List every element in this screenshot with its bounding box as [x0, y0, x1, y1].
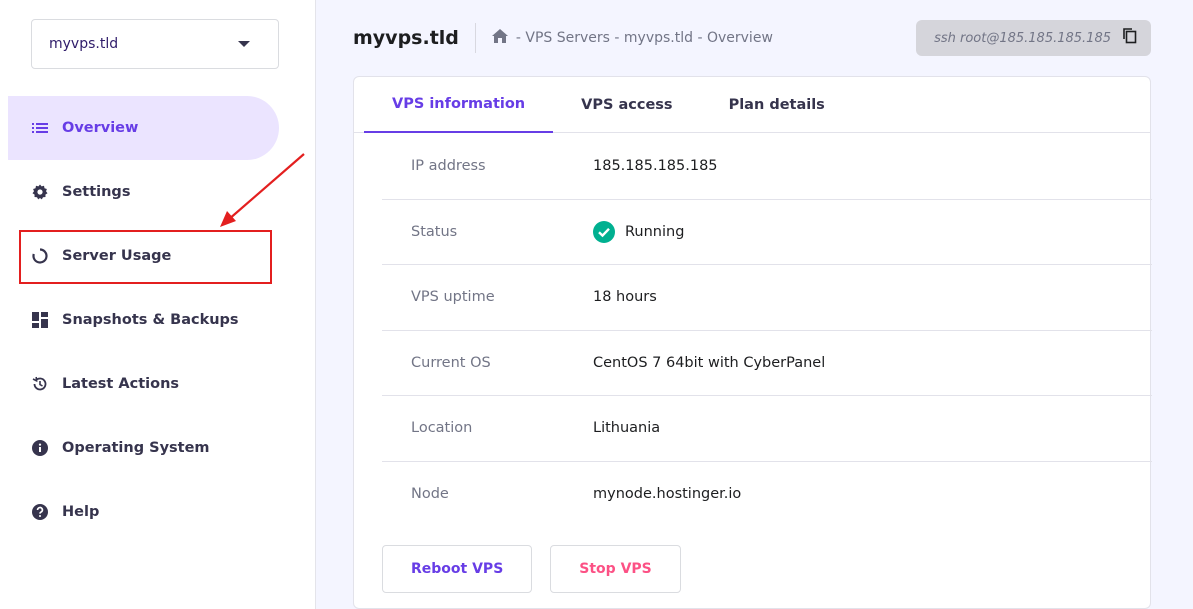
breadcrumb-path[interactable]: - VPS Servers - myvps.tld - Overview — [516, 30, 773, 46]
header-divider — [474, 23, 476, 53]
sidebar-item-label: Overview — [62, 120, 139, 136]
sidebar-item-label: Help — [62, 504, 100, 520]
tab-vps-access[interactable]: VPS access — [553, 77, 700, 133]
info-icon — [32, 440, 48, 456]
annotation-arrow-icon — [220, 153, 305, 227]
info-row-uptime: VPS uptime 18 hours — [382, 265, 1152, 331]
gear-icon — [32, 184, 48, 200]
info-value: Lithuania — [593, 420, 661, 437]
status-text: Running — [625, 223, 685, 240]
info-row-location: Location Lithuania — [382, 396, 1152, 462]
sidebar-item-snapshots[interactable]: Snapshots & Backups — [8, 288, 279, 352]
sidebar-item-label: Snapshots & Backups — [62, 312, 239, 328]
sidebar-item-latest-actions[interactable]: Latest Actions — [8, 352, 279, 416]
history-icon — [32, 376, 48, 392]
copy-icon[interactable] — [1123, 28, 1137, 48]
info-label: Node — [411, 486, 449, 503]
sidebar-item-operating-system[interactable]: Operating System — [8, 416, 279, 480]
main-content: myvps.tld - VPS Servers - myvps.tld - Ov… — [316, 0, 1193, 609]
annotation-highlight-box — [19, 230, 272, 284]
info-row-ip: IP address 185.185.185.185 — [382, 134, 1152, 200]
sidebar: myvps.tld Overview Settings Server Usage — [0, 0, 316, 609]
info-row-node: Node mynode.hostinger.io — [382, 462, 1152, 528]
chevron-down-icon — [238, 41, 250, 47]
info-label: Status — [411, 223, 458, 240]
tab-bar: VPS information VPS access Plan details — [354, 77, 1150, 133]
page-header: myvps.tld - VPS Servers - myvps.tld - Ov… — [353, 18, 1151, 58]
sidebar-item-label: Operating System — [62, 440, 210, 456]
info-table: IP address 185.185.185.185 Status Runnin… — [382, 134, 1152, 527]
info-label: Current OS — [411, 354, 491, 371]
tab-plan-details[interactable]: Plan details — [701, 77, 853, 133]
ssh-command-box[interactable]: ssh root@185.185.185.185 — [916, 20, 1151, 56]
info-value: CentOS 7 64bit with CyberPanel — [593, 354, 826, 371]
info-value-status: Running — [593, 220, 685, 243]
info-value: mynode.hostinger.io — [593, 486, 742, 503]
stop-vps-button[interactable]: Stop VPS — [550, 545, 681, 593]
sidebar-item-help[interactable]: Help — [8, 480, 279, 544]
info-value: 185.185.185.185 — [593, 158, 718, 175]
tab-vps-information[interactable]: VPS information — [364, 77, 554, 133]
page-title: myvps.tld — [353, 27, 459, 49]
question-icon — [32, 504, 48, 520]
sidebar-item-label: Latest Actions — [62, 376, 180, 392]
check-circle-icon — [593, 220, 615, 243]
server-select-value: myvps.tld — [49, 36, 119, 52]
info-row-status: Status Running — [382, 200, 1152, 265]
reboot-vps-button[interactable]: Reboot VPS — [382, 545, 533, 593]
info-label: IP address — [411, 158, 486, 175]
home-icon[interactable] — [491, 29, 508, 47]
breadcrumb: - VPS Servers - myvps.tld - Overview — [491, 29, 773, 47]
info-row-os: Current OS CentOS 7 64bit with CyberPane… — [382, 331, 1152, 396]
action-buttons: Reboot VPS Stop VPS — [382, 545, 699, 593]
grid-icon — [32, 312, 48, 328]
info-label: Location — [411, 420, 473, 437]
info-label: VPS uptime — [411, 289, 495, 306]
sidebar-item-label: Settings — [62, 184, 131, 200]
vps-info-card: VPS information VPS access Plan details … — [353, 76, 1152, 609]
ssh-command-text: ssh root@185.185.185.185 — [934, 30, 1111, 46]
server-select[interactable]: myvps.tld — [31, 19, 279, 69]
list-icon — [32, 120, 48, 136]
info-value: 18 hours — [593, 289, 657, 306]
